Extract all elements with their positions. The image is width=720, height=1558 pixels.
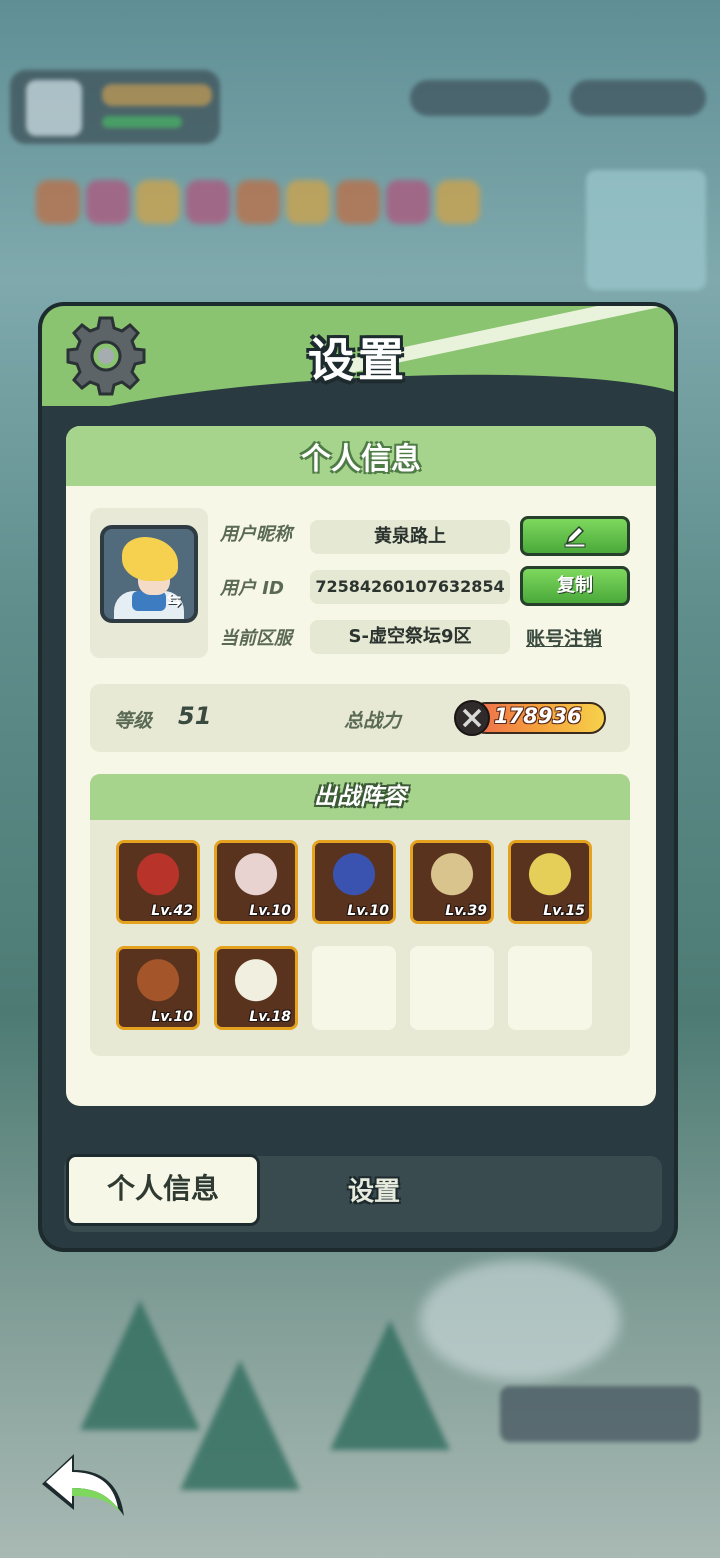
nickname-value: 黄泉路上 (310, 520, 510, 554)
hero-slot[interactable]: Lv.42 (116, 840, 200, 924)
server-value: S-虚空祭坛9区 (310, 620, 510, 654)
background-minimap (586, 170, 706, 290)
avatar-frame: ⇆ (90, 508, 208, 658)
battle-lineup: 出战阵容 Lv.42 Lv.10 Lv.10 Lv.39 Lv.15 Lv.10 Lv.18 (90, 774, 630, 1056)
level-label: 等级 (114, 710, 153, 732)
power-label: 总战力 (344, 710, 402, 732)
swap-arrows-icon[interactable]: ⇆ (162, 591, 186, 611)
power-badge: 178936 (454, 698, 610, 738)
stats-bar: 等级 51 总战力 178936 (90, 684, 630, 752)
hero-level: Lv.10 (347, 903, 389, 919)
level-value: 51 (178, 702, 212, 730)
empty-hero-slot[interactable] (410, 946, 494, 1030)
hero-level: Lv.42 (151, 903, 193, 919)
tab-bar: 个人信息 设置 (64, 1154, 662, 1232)
tab-settings[interactable]: 设置 (294, 1156, 454, 1228)
copy-id-button[interactable]: 复制 (520, 566, 630, 606)
empty-hero-slot[interactable] (508, 946, 592, 1030)
server-label: 当前区服 (220, 628, 292, 649)
panel-title: 设置 (308, 333, 408, 387)
hero-slot[interactable]: Lv.18 (214, 946, 298, 1030)
personal-info-header: 个人信息 (66, 426, 656, 486)
personal-info-title: 个人信息 (301, 442, 421, 477)
hero-level: Lv.15 (543, 903, 585, 919)
crossed-swords-icon (454, 700, 490, 736)
hero-level: Lv.39 (445, 903, 487, 919)
account-deletion-link[interactable]: 账号注销 (526, 624, 602, 651)
background-tree (180, 1360, 300, 1490)
hero-slot[interactable]: Lv.10 (312, 840, 396, 924)
nickname-label: 用户昵称 (220, 524, 292, 545)
edit-nickname-button[interactable] (520, 516, 630, 556)
user-id-value: 725842601076328​54 (310, 570, 510, 604)
back-arrow-icon[interactable] (36, 1446, 132, 1524)
empty-hero-slot[interactable] (312, 946, 396, 1030)
background-currency-pill (410, 80, 550, 116)
tab-personal-info[interactable]: 个人信息 (66, 1154, 260, 1226)
hero-slot[interactable]: Lv.15 (508, 840, 592, 924)
background-currency-pill (570, 80, 706, 116)
pencil-icon (564, 525, 586, 548)
battle-lineup-title: 出战阵容 (90, 774, 630, 820)
settings-panel: 设置 个人信息 ⇆ 用户昵称 黄泉路上 用户 ID 72584260107632… (38, 302, 678, 1252)
hero-slot[interactable]: Lv.10 (214, 840, 298, 924)
power-value: 178936 (494, 704, 582, 728)
user-id-label: 用户 ID (220, 578, 284, 599)
background-event-icons (36, 180, 526, 236)
background-player-bar (10, 70, 220, 144)
background-quest-banner (500, 1386, 700, 1442)
hero-slot[interactable]: Lv.39 (410, 840, 494, 924)
personal-info-card: 个人信息 ⇆ 用户昵称 黄泉路上 用户 ID 725842601076328​5… (66, 426, 656, 1106)
hero-level: Lv.10 (249, 903, 291, 919)
hero-level: Lv.18 (249, 1009, 291, 1025)
avatar[interactable]: ⇆ (100, 525, 198, 623)
hero-slot[interactable]: Lv.10 (116, 946, 200, 1030)
hero-level: Lv.10 (151, 1009, 193, 1025)
background-snow (420, 1260, 620, 1380)
